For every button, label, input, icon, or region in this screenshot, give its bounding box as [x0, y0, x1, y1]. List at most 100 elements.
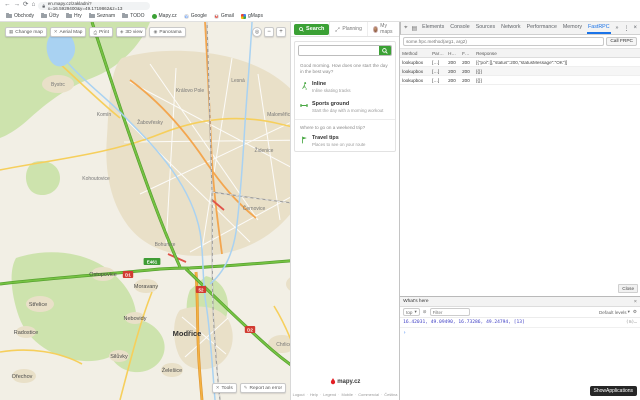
back-icon[interactable]: ←	[4, 2, 11, 9]
gmaps-icon	[241, 14, 246, 19]
tab-my-maps-label: My maps	[380, 23, 394, 35]
panorama-icon: ◉	[153, 29, 157, 35]
map-button-aerial-map[interactable]: ✕Aerial Map	[50, 27, 87, 37]
footer-link-mobile[interactable]: Mobile	[336, 392, 353, 397]
inspect-icon[interactable]: ⌖	[404, 25, 407, 32]
cell-method: lookupbox	[400, 67, 430, 75]
clear-console-icon[interactable]: ⊘	[423, 309, 427, 315]
bookmark-label: Google	[191, 13, 207, 19]
more-tabs-icon[interactable]: »	[615, 23, 620, 33]
bookmark-obchody[interactable]: Obchody	[6, 13, 34, 19]
map-label: Lesná	[231, 78, 245, 84]
map-image: E461D1D152D2E461 BRNOModřiceStřeliceOsto…	[0, 22, 290, 400]
devtools-tab-network[interactable]: Network	[500, 22, 521, 34]
drawer-tab[interactable]: What's here	[403, 299, 428, 304]
bookmark-hry[interactable]: Hry	[66, 13, 82, 19]
devtools-empty-area	[400, 85, 640, 296]
map-canvas[interactable]: E461D1D152D2E461 BRNOModřiceStřeliceOsto…	[0, 22, 290, 400]
map-label: Bohunice	[155, 242, 176, 248]
map-label: Moravany	[134, 284, 158, 290]
map-bottom-buttons: ✕Tools✎Report an error	[212, 383, 286, 393]
footer-link-commercial[interactable]: Commercial	[353, 392, 379, 397]
drawer-close-icon[interactable]: ×	[634, 299, 637, 305]
locate-icon[interactable]: ◎	[252, 27, 262, 37]
map-button-label: Print	[99, 30, 109, 35]
home-icon[interactable]: ⌂	[31, 2, 35, 9]
devtools-close-icon[interactable]: ×	[633, 25, 637, 32]
console-source-link[interactable]: (m)…	[626, 320, 637, 325]
console-levels-select[interactable]: Default levels ▾	[599, 309, 630, 315]
address-bar[interactable]: en.mapy.cz/zakladni?x=16.5929400&y=49.17…	[38, 2, 150, 10]
devtools-tab-performance[interactable]: Performance	[526, 22, 558, 34]
change-map-icon: ▦	[9, 29, 13, 35]
bookmark-todo[interactable]: TODO	[122, 13, 144, 19]
console-settings-icon[interactable]: ⚙	[633, 309, 637, 315]
devtools-tab-memory[interactable]: Memory	[562, 22, 583, 34]
close-button[interactable]: Close	[618, 284, 638, 293]
footer-link-čeština[interactable]: Čeština	[379, 392, 398, 397]
map-button-print[interactable]: ⎙Print	[89, 27, 112, 37]
frpc-method-input[interactable]	[403, 37, 604, 46]
suggestion-sports-ground[interactable]: Sports ground Start the day with a morni…	[295, 97, 395, 117]
footer-link-logout[interactable]: Logout	[293, 392, 305, 397]
suggestion-title: Inline	[312, 81, 351, 87]
device-toolbar-icon[interactable]: ▤	[411, 25, 417, 32]
lock-icon	[42, 4, 45, 8]
frpc-table-row[interactable]: lookupbox[…]200200[{"poi":[],"status":20…	[400, 58, 640, 67]
devtools-menu-icon[interactable]: ⋮	[623, 25, 629, 32]
console-filter-input[interactable]	[430, 308, 470, 316]
folder-icon	[89, 14, 95, 19]
map-label: Komín	[97, 112, 112, 118]
tab-my-maps[interactable]: My maps	[367, 22, 399, 36]
devtools-tab-elements[interactable]: Elements	[421, 22, 445, 34]
devtools-tab-sources[interactable]: Sources	[475, 22, 496, 34]
forward-icon[interactable]: →	[14, 2, 21, 9]
search-input[interactable]	[299, 46, 379, 55]
bookmark-mapy.cz[interactable]: Mapy.cz	[152, 13, 177, 19]
map-button-report-an-error[interactable]: ✎Report an error	[240, 383, 286, 393]
column-header-params: Params	[430, 49, 446, 57]
suggestion-inline[interactable]: Inline Inline skating tracks	[295, 77, 395, 97]
footer-link-legend[interactable]: Legend	[318, 392, 336, 397]
frpc-table-row[interactable]: lookupbox[…]200200[{}]	[400, 67, 640, 76]
bookmark-gmail[interactable]: MGmail	[214, 13, 234, 19]
zoom-in-button[interactable]: +	[276, 27, 286, 37]
search-submit-button[interactable]	[379, 46, 391, 55]
cell-resp: [{}]	[474, 67, 640, 75]
devtools-tab-console[interactable]: Console	[449, 22, 470, 34]
browser-toolbar: ← → ⟳ ⌂ en.mapy.cz/zakladni?x=16.5929400…	[0, 0, 640, 11]
suggestion-travel-tips[interactable]: Travel tips Places to see on your route	[295, 131, 395, 151]
map-label: Nebovidy	[124, 316, 147, 322]
reload-icon[interactable]: ⟳	[23, 2, 28, 9]
tab-planning[interactable]: Planning	[329, 22, 366, 36]
bookmark-label: Gmail	[221, 13, 234, 19]
console-context-label: top	[406, 310, 412, 315]
suggestions-card: Good morning. How does one start the day…	[294, 41, 396, 152]
cell-http: 200	[446, 58, 460, 66]
console-prompt[interactable]: ›	[400, 328, 640, 338]
map-button-label: Panorama	[159, 30, 181, 35]
tab-search[interactable]: Search	[294, 24, 329, 35]
console-context-select[interactable]: top ▾	[403, 308, 420, 316]
show-applications-tooltip[interactable]: ShowApplications	[590, 386, 637, 396]
call-frpc-button[interactable]: Call FRPC	[606, 37, 637, 46]
devtools-tab-fastrpc[interactable]: FastRPC	[587, 22, 611, 34]
map-button-3d-view[interactable]: ◈3D view	[116, 27, 147, 37]
map-label: Černovice	[243, 205, 266, 212]
map-button-tools[interactable]: ✕Tools	[212, 383, 237, 393]
bookmark-účty[interactable]: Účty	[41, 13, 59, 19]
map-button-change-map[interactable]: ▦Change map	[5, 27, 47, 37]
bookmark-google[interactable]: GGoogle	[184, 13, 207, 19]
aerial-map-icon: ✕	[54, 29, 58, 35]
frpc-table-row[interactable]: lookupbox[…]200200[{}]	[400, 76, 640, 85]
bookmarks-bar: Obchody Účty Hry Seznam TODO Mapy.cz GGoogle MG…	[0, 11, 640, 21]
map-button-panorama[interactable]: ◉Panorama	[149, 27, 185, 37]
bookmark-seznam[interactable]: Seznam	[89, 13, 115, 19]
bookmark-gmaps[interactable]: gMaps	[241, 13, 263, 19]
devtools-tabs: Elements Console Sources Network Performance…	[421, 22, 610, 34]
footer-link-help[interactable]: Help	[305, 392, 318, 397]
suggestion-subtitle: Start the day with a morning workout	[312, 108, 383, 113]
avatar	[373, 26, 378, 33]
zoom-out-button[interactable]: −	[264, 27, 274, 37]
devtools-tabbar: ⌖ ▤ Elements Console Sources Network Perform…	[400, 22, 640, 35]
